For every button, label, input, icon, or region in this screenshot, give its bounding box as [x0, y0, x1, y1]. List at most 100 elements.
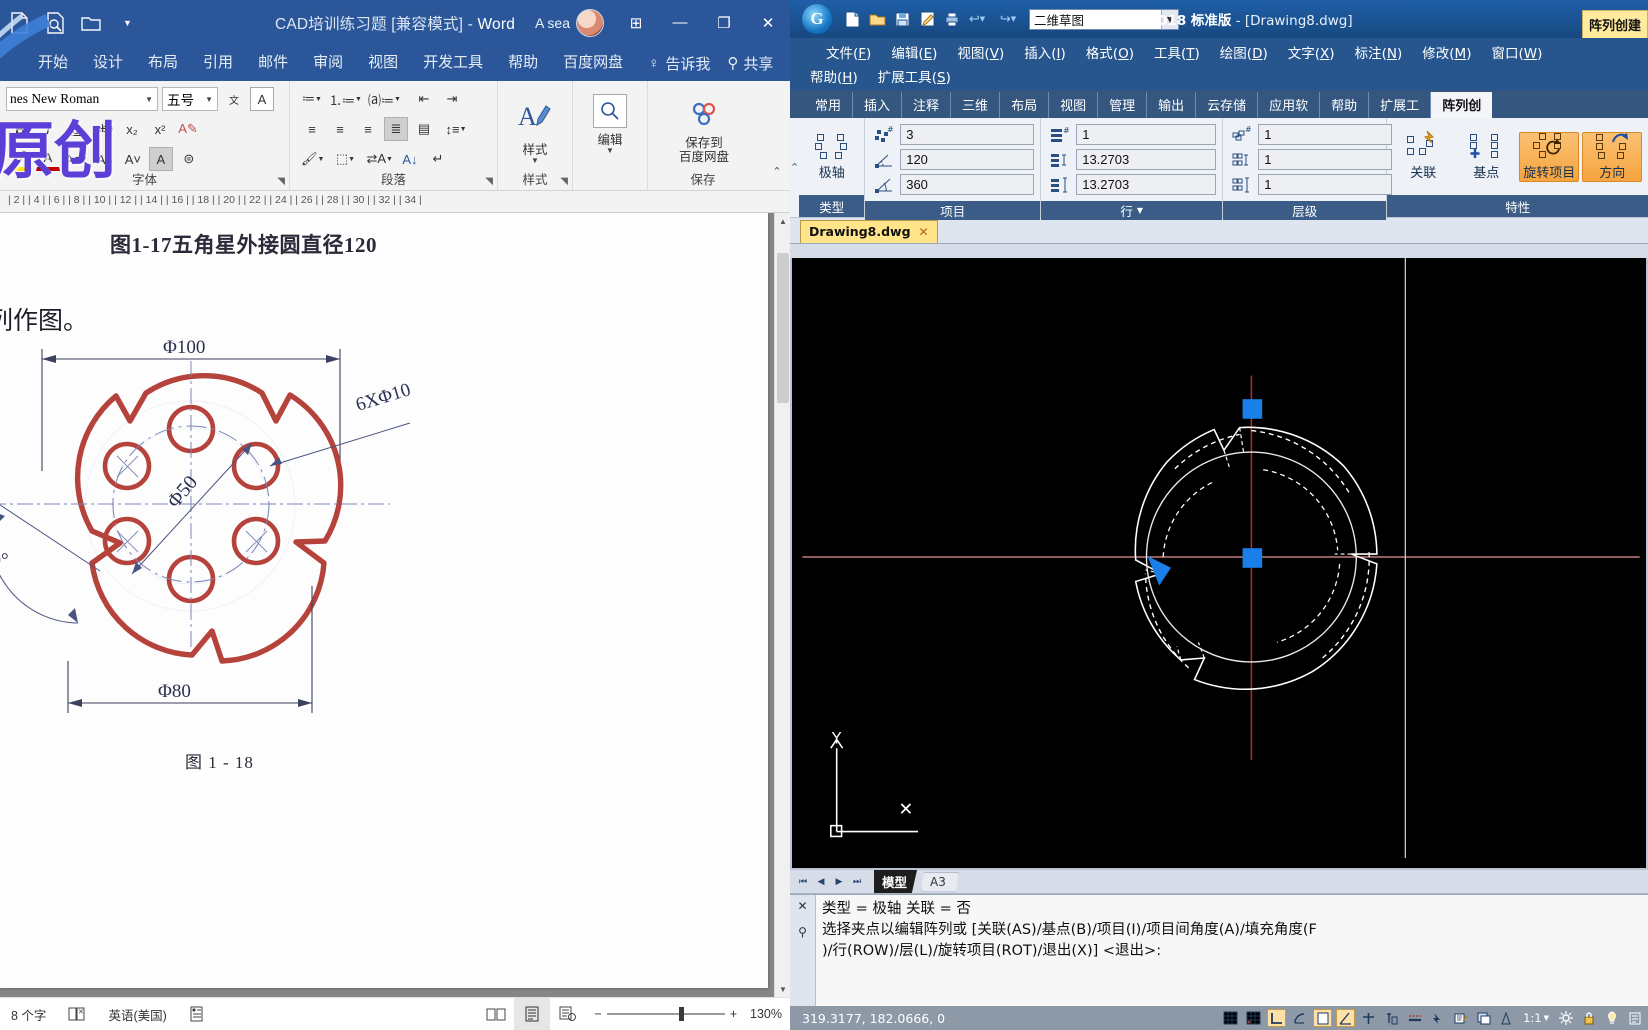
tab-layout-a3[interactable]: A3 [921, 872, 959, 892]
ribbon-tab-layout[interactable]: 布局 [1000, 92, 1049, 118]
collapse-ribbon-icon[interactable]: ⌃ [790, 118, 799, 217]
decrease-indent-button[interactable]: ⇤ [412, 87, 436, 111]
styles-gallery-button[interactable]: A 样式 ▼ [504, 90, 566, 164]
ribbon-tab-output[interactable]: 输出 [1147, 92, 1196, 118]
align-right-button[interactable]: ≡ [356, 117, 380, 141]
font-size-combobox[interactable]: 五号 ▼ [162, 87, 218, 111]
align-left-button[interactable]: ≡ [300, 117, 324, 141]
customize-qat-icon[interactable]: ▼ [114, 9, 141, 36]
justify-button[interactable]: ≣ [384, 117, 408, 141]
level-count-input[interactable]: 1 [1258, 124, 1392, 145]
redo-icon[interactable]: ↪▼ [997, 8, 1019, 30]
superscript-button[interactable]: x² [148, 117, 172, 141]
menu-file[interactable]: 文件(F) [816, 40, 881, 64]
menu-tools[interactable]: 工具(T) [1144, 40, 1210, 64]
borders-button[interactable]: ⬚▼ [333, 147, 357, 171]
level-total-input[interactable]: 1 [1258, 174, 1392, 195]
menu-express-tools[interactable]: 扩展工具(S) [868, 64, 961, 88]
direction-button[interactable]: 方向 [1582, 132, 1642, 182]
search-label[interactable]: A sea [535, 15, 570, 31]
ribbon-display-options-button[interactable]: ⊞ [614, 0, 658, 45]
osnap-tracking-toggle[interactable] [1336, 1009, 1355, 1027]
plot-icon[interactable] [941, 8, 963, 30]
clean-screen-icon[interactable] [1602, 1009, 1621, 1027]
tab-home[interactable]: 开始 [8, 45, 80, 81]
font-name-combobox[interactable]: nes New Roman ▼ [6, 87, 158, 111]
distribute-button[interactable]: ▤ [412, 117, 436, 141]
annotation-scale-selector[interactable]: 1:1 ▼ [1520, 1011, 1552, 1025]
ribbon-tab-annotate[interactable]: 注释 [902, 92, 951, 118]
print-preview-icon[interactable] [42, 9, 69, 36]
read-mode-view-button[interactable] [478, 998, 514, 1030]
multilevel-list-button[interactable]: ⒜≔▼ [367, 87, 402, 111]
line-spacing-button[interactable]: ↕≡▼ [444, 117, 468, 141]
proofing-icon[interactable]: ✕ [57, 998, 97, 1030]
close-button[interactable]: ✕ [746, 0, 790, 45]
menu-help[interactable]: 帮助(H) [800, 64, 868, 88]
dynamic-input-toggle[interactable] [1382, 1009, 1401, 1027]
grow-font-button[interactable]: A˄ [93, 147, 117, 171]
tab-mailings[interactable]: 邮件 [246, 45, 300, 81]
ribbon-tab-help[interactable]: 帮助 [1320, 92, 1369, 118]
chevron-down-icon[interactable]: ▼ [606, 148, 614, 154]
chevron-down-icon[interactable]: ▼ [1137, 206, 1143, 215]
level-spacing-input[interactable]: 1 [1258, 149, 1392, 170]
snap-mode-toggle[interactable] [1244, 1009, 1263, 1027]
prev-layout-button[interactable]: ◀ [814, 873, 828, 891]
tab-layout[interactable]: 布局 [136, 45, 190, 81]
clear-formatting-icon[interactable]: A✎ [176, 117, 200, 141]
bullets-button[interactable]: ≔▼ [300, 87, 324, 111]
chevron-down-icon[interactable]: ▼ [531, 158, 539, 164]
item-count-input[interactable]: 3 [900, 124, 1034, 145]
word-document-area[interactable]: 图1-17五角星外接圆直径120 列作图。 Φ100 [0, 213, 790, 997]
tab-baidu-netdisk[interactable]: 百度网盘 [551, 45, 635, 81]
array-type-polar-button[interactable]: 极轴 [805, 133, 858, 181]
ribbon-tab-express-tools[interactable]: 扩展工 [1369, 92, 1431, 118]
lineweight-toggle[interactable] [1405, 1009, 1424, 1027]
lock-icon[interactable] [1579, 1009, 1598, 1027]
cad-canvas-svg[interactable]: Y ✕ [792, 258, 1648, 858]
language-indicator[interactable]: 英语(美国) [97, 998, 177, 1030]
zoom-slider[interactable]: − + 130% [586, 1007, 790, 1021]
more-options-icon[interactable] [1625, 1009, 1644, 1027]
base-point-button[interactable]: 基点 [1456, 133, 1516, 181]
ribbon-tab-insert[interactable]: 插入 [853, 92, 902, 118]
associative-button[interactable]: 关联 [1393, 133, 1453, 181]
chevron-down-icon[interactable]: ▼ [1161, 10, 1178, 29]
text-direction-button[interactable]: ⇄A▼ [365, 147, 394, 171]
tab-design[interactable]: 设计 [81, 45, 135, 81]
zoom-out-button[interactable]: − [594, 1007, 601, 1021]
document-tab[interactable]: Drawing8.dwg ✕ [800, 220, 938, 243]
last-layout-button[interactable]: ⏭ [850, 873, 864, 891]
web-layout-view-button[interactable] [550, 998, 586, 1030]
document-page[interactable]: 图1-17五角星外接圆直径120 列作图。 Φ100 [0, 213, 768, 988]
editing-menu-button[interactable]: 编辑 ▼ [579, 90, 641, 154]
underline-button[interactable]: U [64, 117, 88, 141]
zoom-knob[interactable] [679, 1007, 684, 1021]
ribbon-tab-manage[interactable]: 管理 [1098, 92, 1147, 118]
selection-cycling-toggle[interactable] [1428, 1009, 1447, 1027]
collapse-ribbon-button[interactable]: ⌃ [768, 165, 786, 178]
increase-indent-button[interactable]: ⇥ [440, 87, 464, 111]
tab-references[interactable]: 引用 [191, 45, 245, 81]
restore-button[interactable]: ❐ [702, 0, 746, 45]
sort-button[interactable]: A↓ [398, 147, 422, 171]
tab-model[interactable]: 模型 [874, 870, 917, 893]
scroll-up-icon[interactable]: ▲ [775, 213, 790, 229]
settings-gear-icon[interactable] [1556, 1009, 1575, 1027]
polar-tracking-toggle[interactable] [1290, 1009, 1309, 1027]
menu-window[interactable]: 窗口(W) [1481, 40, 1552, 64]
document-vertical-scrollbar[interactable]: ▲ ▼ [774, 213, 790, 997]
close-icon[interactable]: ✕ [797, 899, 807, 913]
row-count-input[interactable]: 1 [1076, 124, 1216, 145]
scroll-down-icon[interactable]: ▼ [775, 981, 790, 997]
zoom-track[interactable] [607, 1013, 725, 1015]
close-icon[interactable]: ✕ [919, 225, 929, 239]
accessibility-icon[interactable] [178, 998, 215, 1030]
subscript-button[interactable]: x₂ [120, 117, 144, 141]
row-spacing-input[interactable]: 13.2703 [1076, 149, 1216, 170]
horizontal-ruler[interactable]: | 2 | | 4 | | 6 | | 8 | | 10 | | 12 | | … [0, 191, 790, 213]
tab-developer[interactable]: 开发工具 [411, 45, 495, 81]
show-formatting-marks-button[interactable]: ↵ [426, 147, 450, 171]
save-as-icon[interactable] [916, 8, 938, 30]
